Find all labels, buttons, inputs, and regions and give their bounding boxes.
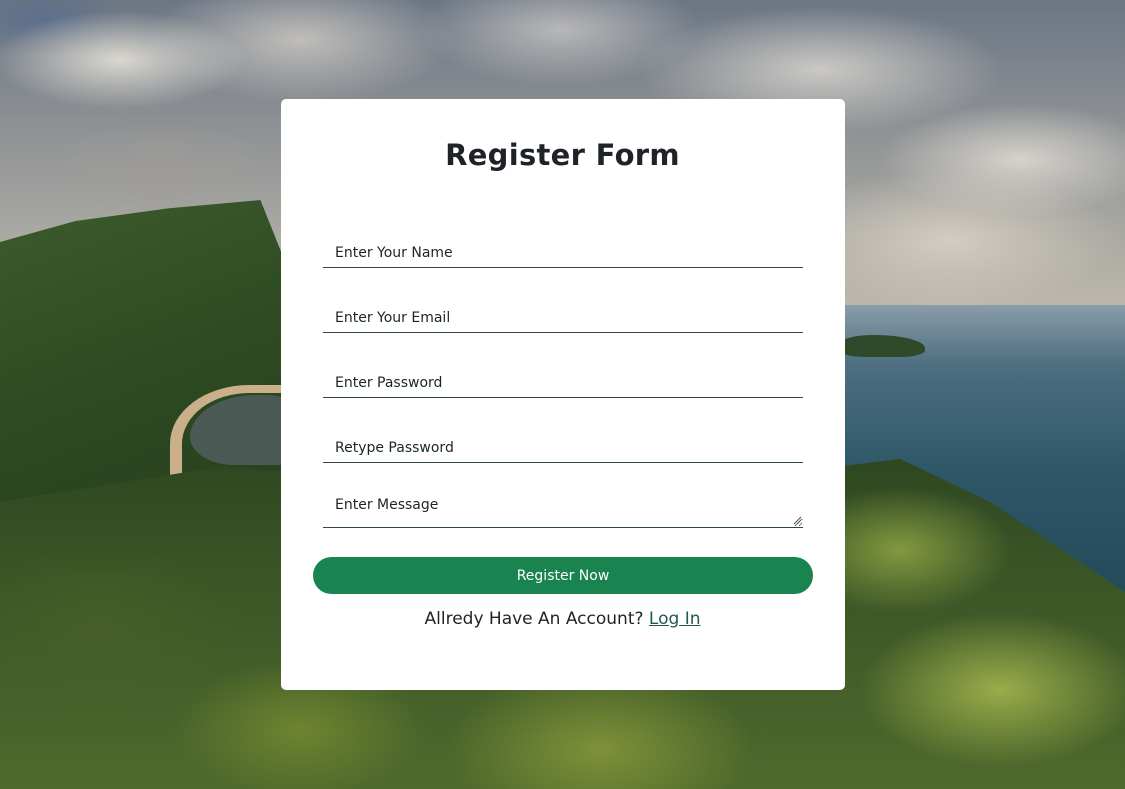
name-field[interactable]: [323, 238, 803, 268]
resize-handle-icon[interactable]: [793, 516, 802, 525]
form-title: Register Form: [445, 138, 680, 172]
account-prompt-text: Allredy Have An Account?: [424, 609, 644, 629]
message-field[interactable]: [323, 498, 803, 528]
password-field[interactable]: [323, 368, 803, 398]
register-button[interactable]: Register Now: [313, 557, 813, 594]
retype-password-field[interactable]: [323, 433, 803, 463]
login-link[interactable]: Log In: [649, 609, 701, 629]
email-field[interactable]: [323, 303, 803, 333]
account-prompt-line: Allredy Have An Account? Log In: [0, 609, 1125, 629]
